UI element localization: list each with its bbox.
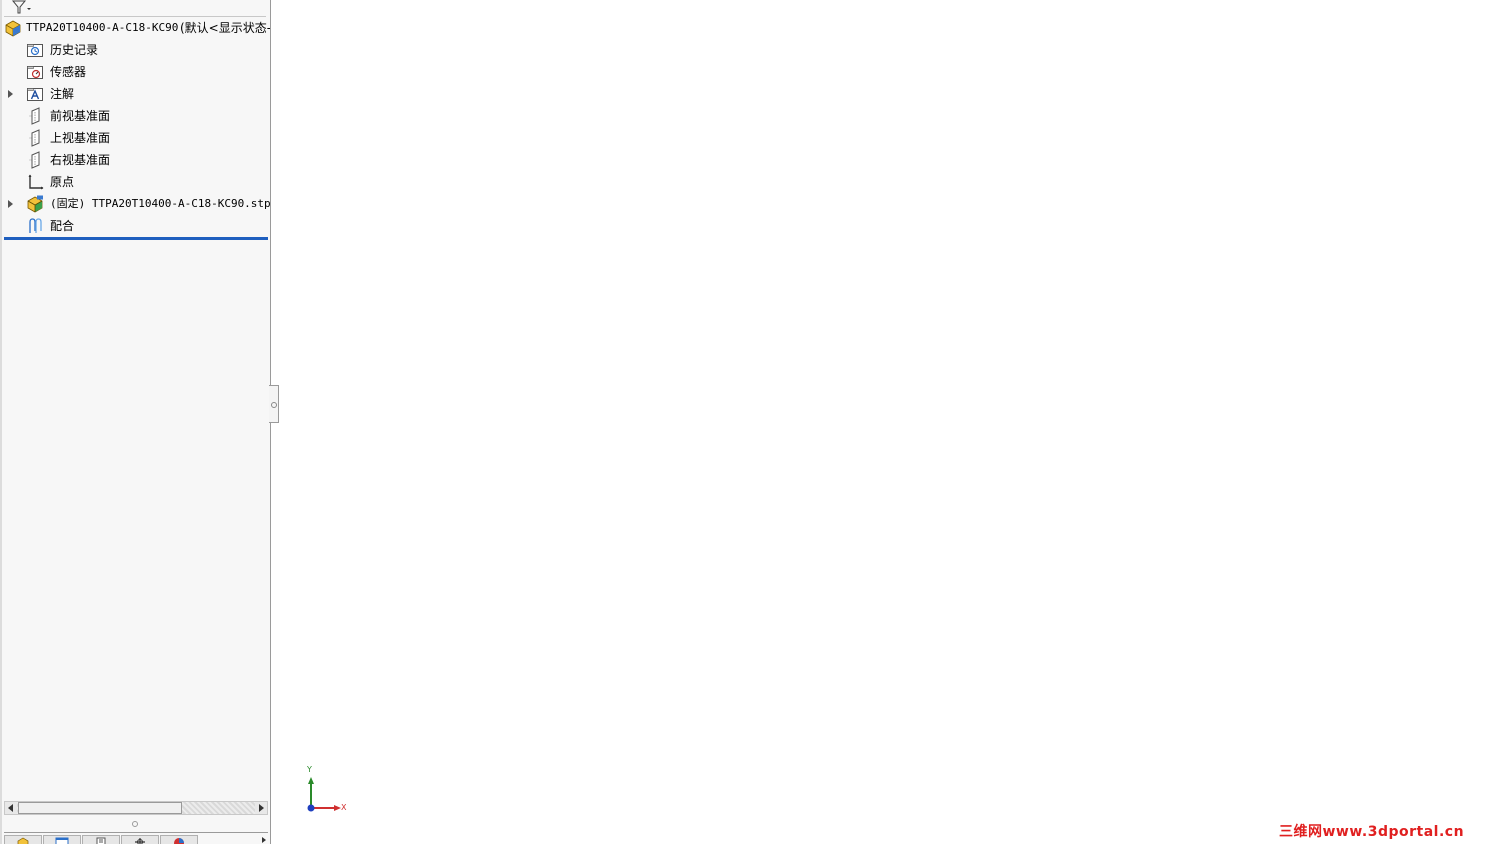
- tree-root-assembly[interactable]: TTPA20T10400-A-C18-KC90 (默认<显示状态-: [0, 17, 270, 39]
- plane-icon: [29, 107, 40, 125]
- root-config-label: (默认<显示状态-: [180, 21, 271, 35]
- tree-item-mates[interactable]: 配合: [0, 215, 270, 237]
- sensor-folder-icon: [27, 66, 43, 79]
- tab-feature-manager[interactable]: [4, 835, 42, 844]
- tree-item-label: 上视基准面: [50, 131, 111, 145]
- scroll-right-arrow-icon[interactable]: [255, 802, 267, 814]
- tree-item-right-plane[interactable]: 右视基准面: [0, 149, 270, 171]
- tree-item-annotations[interactable]: 注解: [0, 83, 270, 105]
- tab-configuration-manager[interactable]: [82, 835, 120, 844]
- origin-icon: [28, 174, 44, 190]
- triad-x-label: X: [341, 803, 347, 812]
- tree-item-label: 原点: [50, 175, 75, 189]
- tree-item-label: 传感器: [50, 65, 87, 79]
- tree-item-front-plane[interactable]: 前视基准面: [0, 105, 270, 127]
- watermark-text: 三维网www.3dportal.cn: [1279, 824, 1465, 840]
- panel-collapse-handle[interactable]: [269, 385, 279, 423]
- feature-manager-panel: TTPA20T10400-A-C18-KC90 (默认<显示状态- 历史记录 传…: [0, 0, 271, 844]
- filter-icon[interactable]: [10, 0, 32, 14]
- panel-splitter-handle[interactable]: [132, 821, 138, 827]
- tree-item-top-plane[interactable]: 上视基准面: [0, 127, 270, 149]
- root-assembly-name: TTPA20T10400-A-C18-KC90: [26, 21, 179, 34]
- tab-property-manager[interactable]: [43, 835, 81, 844]
- tree-item-label: 前视基准面: [50, 109, 111, 123]
- plane-icon: [29, 129, 40, 147]
- horizontal-scrollbar[interactable]: [4, 801, 268, 815]
- expand-arrow-icon[interactable]: [8, 90, 13, 98]
- manager-tabs: [4, 832, 268, 844]
- tree-item-history[interactable]: 历史记录: [0, 39, 270, 61]
- display-icon: [174, 838, 184, 844]
- tree-item-origin[interactable]: 原点: [0, 171, 270, 193]
- part-component-icon: [27, 195, 43, 213]
- tree-item-label: (固定) TTPA20T10400-A-C18-KC90.stp<1>: [50, 197, 271, 210]
- scroll-left-arrow-icon[interactable]: [5, 802, 17, 814]
- property-icon: [55, 837, 69, 844]
- assembly-icon: [17, 837, 29, 844]
- tree-item-label: 历史记录: [50, 43, 99, 57]
- tree-item-label: 配合: [50, 219, 75, 233]
- triad-y-label: Y: [307, 765, 312, 774]
- history-folder-icon: [27, 44, 43, 57]
- mates-icon: [29, 218, 42, 233]
- expand-arrow-icon[interactable]: [8, 200, 13, 208]
- configuration-icon: [96, 837, 106, 844]
- tree-item-label: 右视基准面: [50, 153, 111, 167]
- assembly-icon: [5, 20, 21, 37]
- tree-item-sensors[interactable]: 传感器: [0, 61, 270, 83]
- tabs-more-arrow-icon[interactable]: [262, 837, 266, 843]
- tree-item-label: 注解: [50, 87, 75, 101]
- filter-bar: [4, 0, 266, 17]
- scrollbar-thumb[interactable]: [18, 802, 182, 814]
- reference-triad: Y X: [300, 766, 350, 816]
- tab-display-manager[interactable]: [160, 835, 198, 844]
- tree-item-fixed-component[interactable]: (固定) TTPA20T10400-A-C18-KC90.stp<1>: [0, 193, 270, 215]
- dimxpert-icon: [135, 838, 145, 844]
- rollback-bar[interactable]: [4, 237, 268, 240]
- tab-dimxpert-manager[interactable]: [121, 835, 159, 844]
- plane-icon: [29, 151, 40, 169]
- annotation-folder-icon: [27, 88, 43, 101]
